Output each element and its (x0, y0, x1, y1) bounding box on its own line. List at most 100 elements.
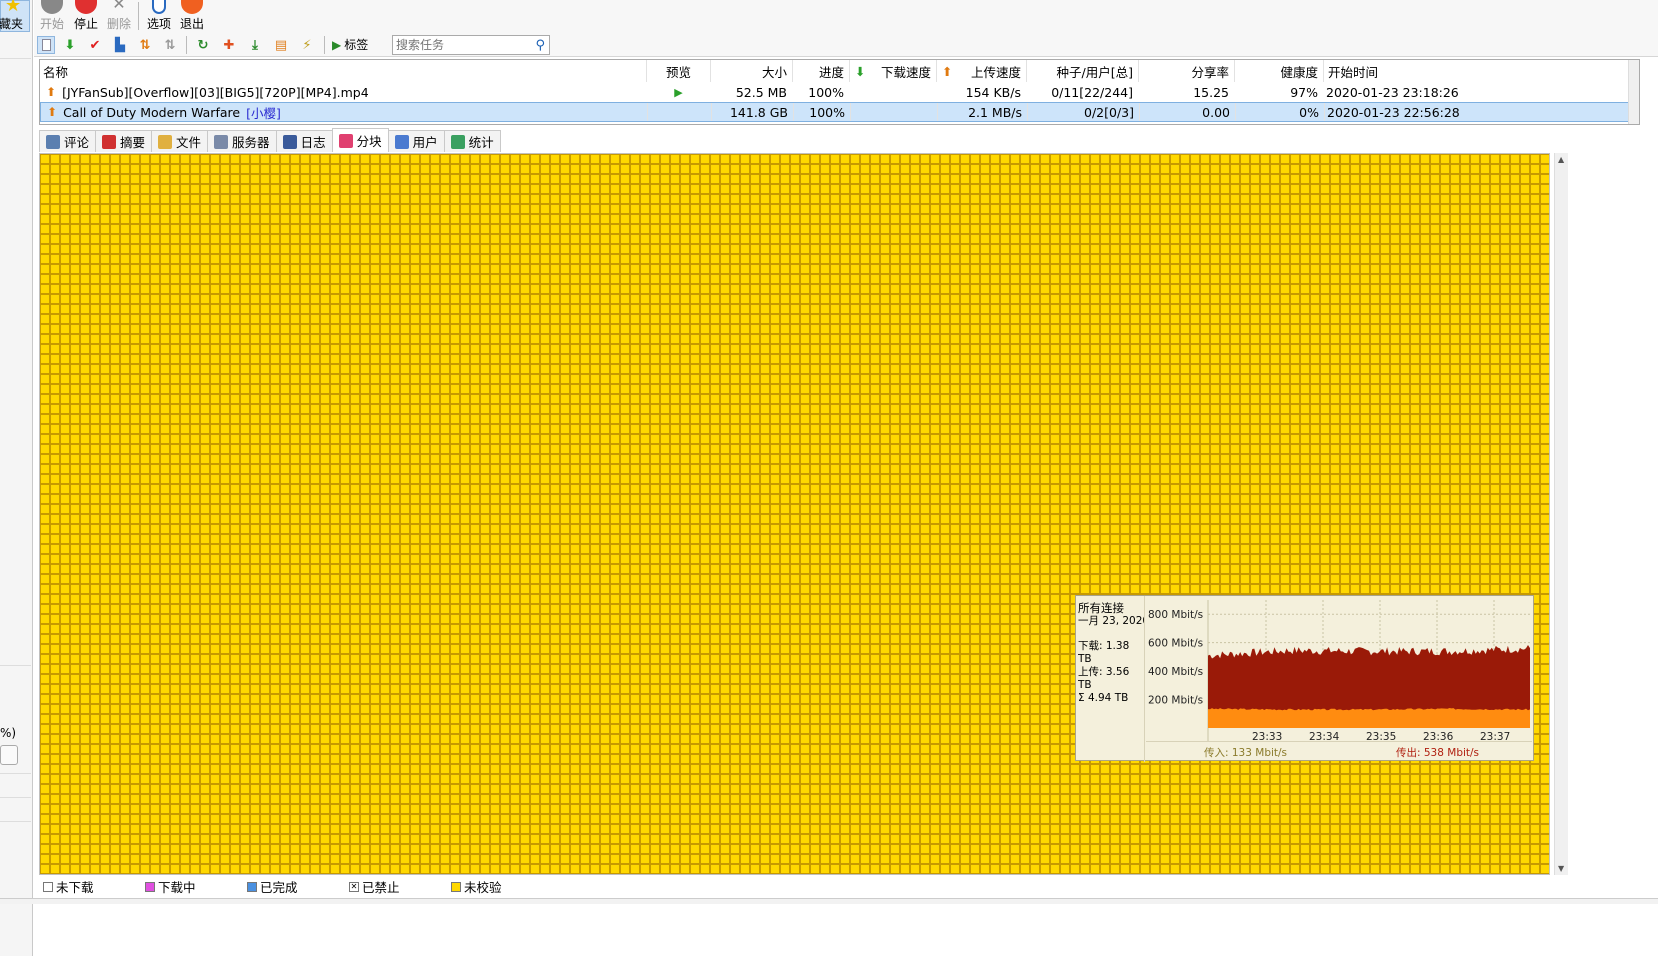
move-icon[interactable]: ✚ (220, 36, 238, 54)
torrent-progress: 100% (809, 104, 845, 120)
stop-button[interactable]: 停止 (74, 0, 98, 32)
column-header-size[interactable]: 大小 (711, 60, 792, 82)
seeding-icon: ⬆ (47, 105, 58, 119)
tags-label: 标签 (344, 38, 369, 52)
torrent-up-speed: 154 KB/s (965, 84, 1021, 100)
tab-label: 统计 (468, 135, 494, 150)
priority-up-icon[interactable]: ⇅ (136, 36, 154, 54)
tags-button[interactable]: ▶ 标签 (332, 36, 368, 53)
column-header-seeds[interactable]: 种子/用户[总] (1027, 60, 1138, 82)
graph-footer: 传入: 133 Mbit/s 传出: 538 Mbit/s (1146, 741, 1532, 759)
partial-text: %) (0, 726, 17, 740)
download-arrow-icon: ⬇ (855, 63, 866, 79)
import-icon[interactable]: ⤓ (246, 36, 264, 54)
tab-label: 分块 (356, 134, 382, 149)
torrent-row[interactable]: ⬆ [JYFanSub][Overflow][03][BIG5][720P][M… (40, 82, 1630, 102)
copy-icon[interactable]: ▙ (111, 36, 129, 54)
tab-files[interactable]: 文件 (151, 130, 209, 152)
legend-item-unverified: 未校验 (451, 877, 502, 896)
remote-icon[interactable]: ⚡ (298, 36, 316, 54)
torrent-progress: 100% (808, 84, 844, 100)
panel-button[interactable] (0, 745, 18, 765)
download-icon[interactable]: ⬇ (61, 36, 79, 54)
torrent-health: 97% (1290, 84, 1318, 100)
options-button[interactable]: 选项 (147, 0, 171, 32)
divider (0, 665, 31, 666)
seeding-icon: ⬆ (46, 85, 57, 99)
priority-down-icon[interactable]: ⇅ (161, 36, 179, 54)
status-bar (0, 898, 1658, 904)
refresh-icon[interactable]: ↻ (194, 36, 212, 54)
rss-icon[interactable]: ▤ (272, 36, 290, 54)
column-header-upload-speed[interactable]: ⬆ 上传速度 (937, 60, 1026, 82)
utorrent-window: { "left_panel": { "favorites_label": "藏夹… (0, 0, 1658, 956)
search-icon[interactable]: ⚲ (535, 38, 545, 53)
favorites-item[interactable]: ★ 藏夹 (0, 0, 30, 32)
detail-tabs: 评论 摘要 文件 服务器 日志 分块 用户 统计 (39, 128, 501, 152)
y-tick-label: 600 Mbit/s (1148, 638, 1203, 650)
column-header-download-speed[interactable]: ⬇ 下载速度 (850, 60, 936, 82)
column-header-start-time[interactable]: 开始时间 (1328, 60, 1558, 82)
favorites-label: 藏夹 (0, 17, 24, 31)
tab-peers[interactable]: 用户 (387, 130, 445, 152)
column-header-preview[interactable]: 预览 (647, 60, 710, 82)
tab-summary[interactable]: 摘要 (95, 130, 153, 152)
torrent-name: [JYFanSub][Overflow][03][BIG5][720P][MP4… (62, 84, 369, 100)
torrent-tag: [小樱] (246, 105, 281, 121)
torrent-down-speed (851, 103, 937, 121)
upload-total: 上传: 3.56 TB (1078, 666, 1130, 691)
torrent-seeds: 0/11[22/244] (1051, 84, 1133, 100)
delete-button[interactable]: ✕ 删除 (107, 0, 131, 32)
speed-graph: 所有连接 一月 23, 2020 下载: 1.38 TB 上传: 3.56 TB… (1075, 595, 1534, 762)
out-speed-label: 传出: 538 Mbit/s (1396, 747, 1480, 759)
column-header-name[interactable]: 名称 (43, 60, 643, 82)
summary-icon (102, 134, 117, 149)
exit-button[interactable]: 退出 (180, 0, 204, 32)
stop-icon (75, 0, 97, 14)
torrent-size: 141.8 GB (729, 104, 788, 120)
torrent-list: 名称 预览 大小 进度 ⬇ 下载速度 ⬆ 上传速度 种子/用户[总] 分享率 健… (39, 59, 1640, 125)
options-label: 选项 (147, 17, 172, 31)
tab-trackers[interactable]: 服务器 (207, 130, 277, 152)
upload-arrow-icon: ⬆ (942, 63, 953, 79)
tab-comment[interactable]: 评论 (39, 130, 97, 152)
torrent-seeds: 0/2[0/3] (1084, 104, 1134, 120)
list-scrollbar[interactable] (1628, 60, 1639, 124)
play-icon[interactable]: ▶ (647, 82, 710, 102)
upload-speed-label: 上传速度 (970, 64, 1021, 80)
secondary-toolbar: ⬇ ✔ ▙ ⇅ ⇅ ↻ ✚ ⤓ ▤ ⚡ ▶ 标签 ⚲ (34, 33, 1658, 57)
start-label: 开始 (40, 17, 65, 31)
scroll-down-icon[interactable]: ▼ (1558, 864, 1564, 873)
search-input[interactable] (393, 36, 523, 54)
tab-label: 用户 (412, 135, 438, 150)
y-tick-label: 400 Mbit/s (1148, 666, 1203, 678)
new-task-icon[interactable] (37, 36, 55, 54)
start-icon (41, 0, 63, 14)
legend-swatch (247, 881, 257, 892)
tag-icon: ▶ (332, 37, 342, 52)
download-total: 下载: 1.38 TB (1078, 640, 1130, 665)
tab-info[interactable]: 日志 (275, 130, 333, 152)
torrent-ratio: 0.00 (1202, 104, 1230, 120)
toolbar-separator (138, 2, 139, 30)
check-icon[interactable]: ✔ (86, 36, 104, 54)
start-button[interactable]: 开始 (40, 0, 64, 32)
toolbar-separator (186, 36, 187, 54)
column-header-health[interactable]: 健康度 (1235, 60, 1323, 82)
divider (0, 797, 31, 798)
sum-total: Σ 4.94 TB (1078, 692, 1129, 704)
piece-legend: 未下载 下载中 已完成 ✕ 已禁止 未校验 (39, 876, 1550, 895)
y-tick-label: 800 Mbit/s (1148, 609, 1203, 621)
piece-map-scrollbar[interactable]: ▲ ▼ (1554, 153, 1568, 875)
torrent-name-cell: ⬆ [JYFanSub][Overflow][03][BIG5][720P][M… (40, 82, 644, 102)
tab-stats[interactable]: 统计 (443, 130, 501, 152)
column-header-progress[interactable]: 进度 (793, 60, 849, 82)
tab-pie[interactable]: 分块 (331, 128, 389, 152)
column-header-ratio[interactable]: 分享率 (1139, 60, 1234, 82)
torrent-row-selected[interactable]: ⬆ Call of Duty Modern Warfare [小樱] 141.8… (40, 102, 1630, 122)
legend-item-completed: 已完成 (247, 877, 298, 896)
scroll-up-icon[interactable]: ▲ (1558, 155, 1564, 164)
legend-item-not-downloaded: 未下载 (43, 877, 94, 896)
star-icon: ★ (5, 0, 22, 16)
pie-icon (338, 133, 353, 148)
